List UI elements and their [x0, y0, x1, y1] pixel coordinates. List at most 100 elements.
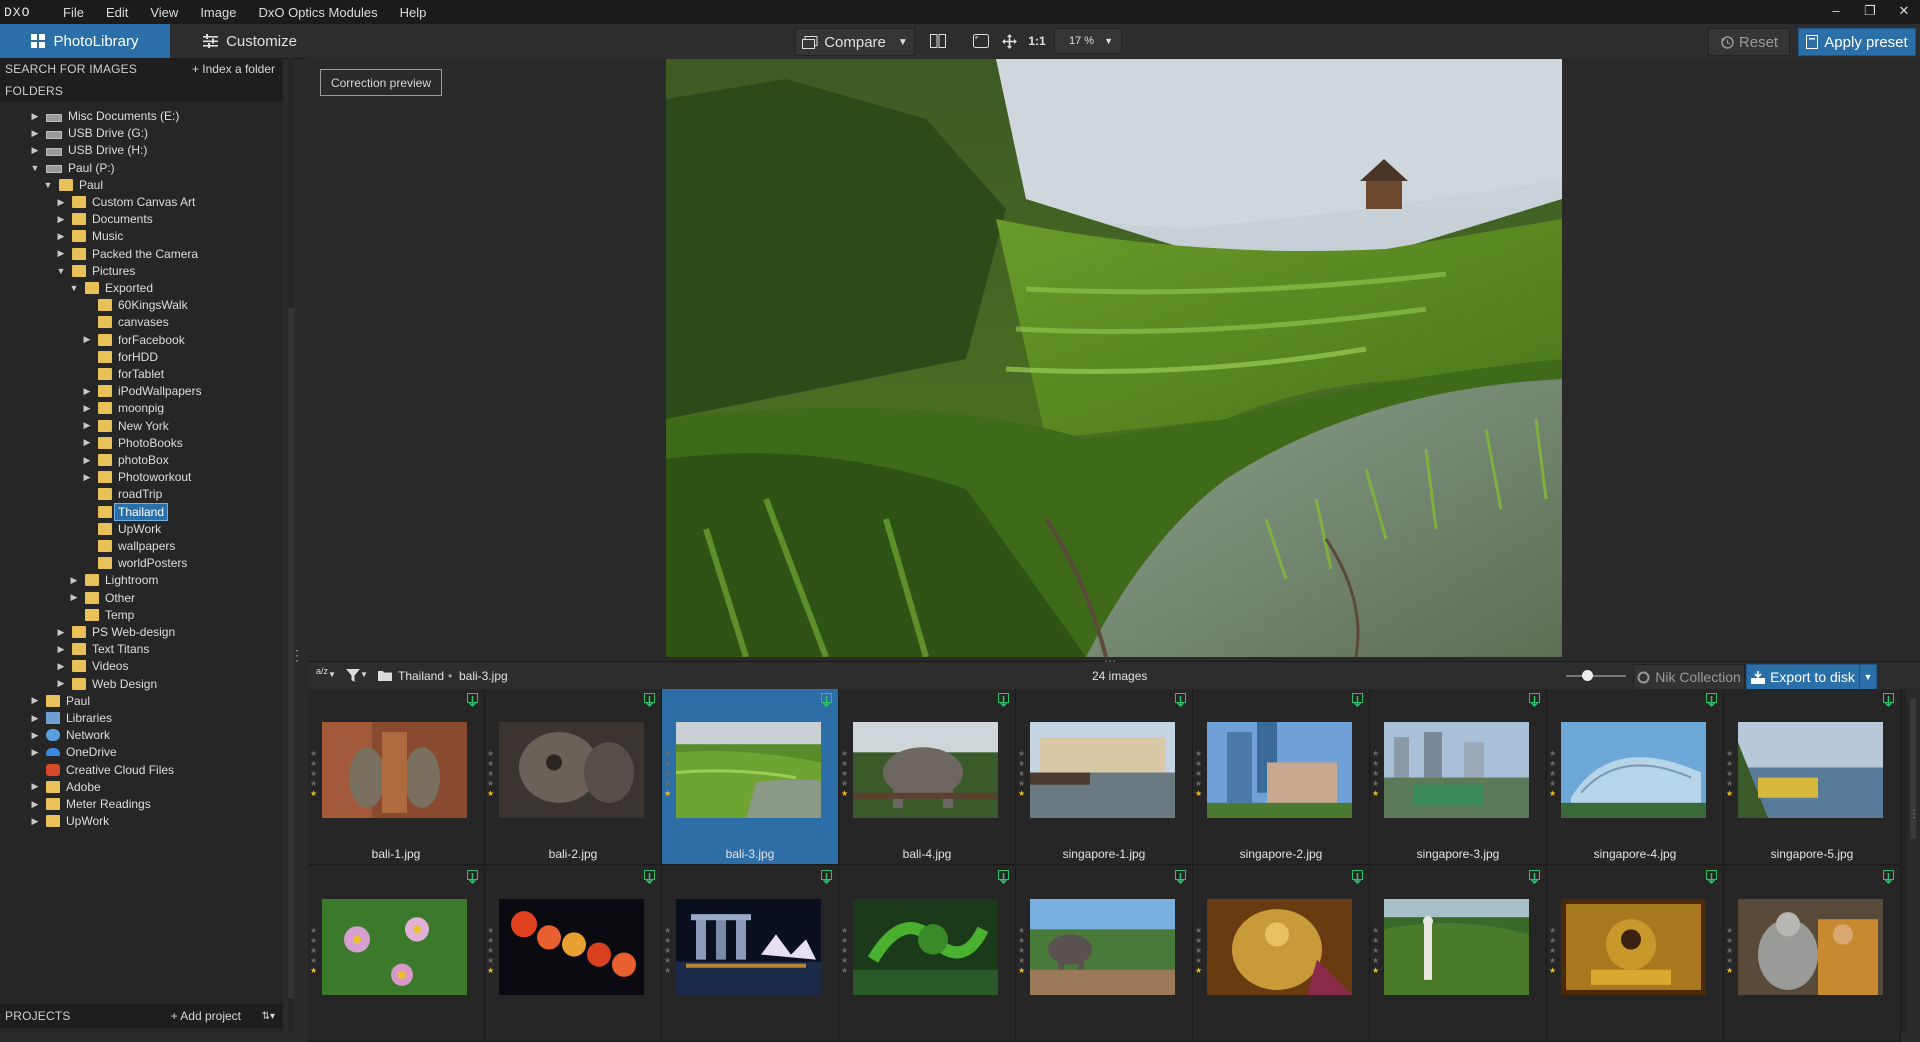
- restore-button[interactable]: ❐: [1856, 0, 1884, 24]
- star-icon[interactable]: ★: [841, 779, 849, 789]
- export-flag-icon[interactable]: [1883, 693, 1894, 709]
- expand-arrow-icon[interactable]: ▶: [30, 816, 40, 827]
- star-icon[interactable]: ★: [664, 946, 672, 956]
- star-icon[interactable]: ★: [1726, 956, 1734, 966]
- fit-screen-button[interactable]: [970, 28, 992, 54]
- star-icon[interactable]: ★: [841, 956, 849, 966]
- expand-arrow-icon[interactable]: ▶: [82, 334, 92, 345]
- rating-stars[interactable]: ★ ★ ★ ★ ★: [1726, 926, 1734, 976]
- export-flag-icon[interactable]: [1352, 693, 1363, 709]
- rating-stars[interactable]: ★ ★ ★ ★ ★: [664, 749, 672, 799]
- folders-header[interactable]: FOLDERS: [0, 80, 283, 102]
- star-icon[interactable]: ★: [1726, 759, 1734, 769]
- search-for-images-label[interactable]: SEARCH FOR IMAGES: [0, 62, 137, 76]
- export-flag-icon[interactable]: [998, 693, 1009, 709]
- expand-arrow-icon[interactable]: ▶: [30, 713, 40, 724]
- star-icon[interactable]: ★: [310, 769, 318, 779]
- rating-stars[interactable]: ★ ★ ★ ★ ★: [1372, 749, 1380, 799]
- expand-arrow-icon[interactable]: ▶: [56, 231, 66, 242]
- star-icon[interactable]: ★: [841, 926, 849, 936]
- sort-icon[interactable]: a/z: [316, 667, 328, 676]
- expand-arrow-icon[interactable]: ▶: [30, 730, 40, 741]
- star-icon[interactable]: ★: [1195, 956, 1203, 966]
- expand-arrow-icon[interactable]: ▶: [56, 248, 66, 259]
- star-icon[interactable]: ★: [1195, 946, 1203, 956]
- star-icon[interactable]: ★: [1726, 936, 1734, 946]
- rating-stars[interactable]: ★ ★ ★ ★ ★: [1549, 749, 1557, 799]
- export-flag-icon[interactable]: [1883, 870, 1894, 886]
- star-icon[interactable]: ★: [1195, 779, 1203, 789]
- star-icon[interactable]: ★: [1372, 789, 1380, 799]
- collapse-arrow-icon[interactable]: ▼: [43, 180, 53, 190]
- star-icon[interactable]: ★: [1372, 759, 1380, 769]
- star-icon[interactable]: ★: [1195, 789, 1203, 799]
- export-flag-icon[interactable]: [467, 693, 478, 709]
- export-flag-icon[interactable]: [1706, 693, 1717, 709]
- thumbnail-size-handle[interactable]: [1582, 670, 1593, 681]
- filmstrip-resize-grip[interactable]: ⋯: [1104, 654, 1116, 668]
- expand-arrow-icon[interactable]: ▶: [82, 437, 92, 448]
- star-icon[interactable]: ★: [841, 946, 849, 956]
- expand-arrow-icon[interactable]: ▶: [30, 111, 40, 122]
- collapse-arrow-icon[interactable]: ▼: [56, 266, 66, 276]
- star-icon[interactable]: ★: [1195, 759, 1203, 769]
- thumbnail[interactable]: ★ ★ ★ ★ ★ singapore-5.jpg: [1724, 689, 1901, 865]
- star-icon[interactable]: ★: [1549, 966, 1557, 976]
- star-icon[interactable]: ★: [664, 779, 672, 789]
- correction-preview-button[interactable]: Correction preview: [320, 69, 442, 96]
- filmstrip-scrollbar[interactable]: ⋮: [1906, 689, 1920, 1032]
- filter-dropdown-icon[interactable]: ▼: [360, 670, 368, 679]
- menu-image[interactable]: Image: [189, 5, 247, 20]
- expand-arrow-icon[interactable]: ▶: [30, 799, 40, 810]
- star-icon[interactable]: ★: [664, 759, 672, 769]
- thumbnail[interactable]: ★ ★ ★ ★ ★: [839, 866, 1016, 1042]
- export-options-dropdown[interactable]: ▼: [1859, 664, 1877, 690]
- collapse-arrow-icon[interactable]: ▼: [69, 283, 79, 293]
- rating-stars[interactable]: ★ ★ ★ ★ ★: [841, 926, 849, 976]
- thumbnail[interactable]: ★ ★ ★ ★ ★ singapore-1.jpg: [1016, 689, 1193, 865]
- rating-stars[interactable]: ★ ★ ★ ★ ★: [841, 749, 849, 799]
- export-flag-icon[interactable]: [1352, 870, 1363, 886]
- star-icon[interactable]: ★: [1372, 946, 1380, 956]
- star-icon[interactable]: ★: [310, 789, 318, 799]
- breadcrumb-folder[interactable]: Thailand: [398, 669, 444, 683]
- star-icon[interactable]: ★: [664, 956, 672, 966]
- project-sort-icon[interactable]: ⇅▾: [262, 1011, 275, 1022]
- star-icon[interactable]: ★: [1018, 789, 1026, 799]
- star-icon[interactable]: ★: [1726, 789, 1734, 799]
- star-icon[interactable]: ★: [1549, 926, 1557, 936]
- minimize-button[interactable]: –: [1822, 0, 1850, 24]
- thumbnail[interactable]: ★ ★ ★ ★ ★ bali-2.jpg: [485, 689, 662, 865]
- star-icon[interactable]: ★: [1195, 936, 1203, 946]
- export-flag-icon[interactable]: [821, 693, 832, 709]
- star-icon[interactable]: ★: [310, 956, 318, 966]
- star-icon[interactable]: ★: [1195, 769, 1203, 779]
- thumbnail[interactable]: ★ ★ ★ ★ ★: [662, 866, 839, 1042]
- expand-arrow-icon[interactable]: ▶: [56, 678, 66, 689]
- expand-arrow-icon[interactable]: ▶: [69, 575, 79, 586]
- filter-icon[interactable]: [346, 669, 360, 683]
- menu-edit[interactable]: Edit: [95, 5, 139, 20]
- star-icon[interactable]: ★: [1372, 966, 1380, 976]
- thumbnail[interactable]: ★ ★ ★ ★ ★ singapore-2.jpg: [1193, 689, 1370, 865]
- thumbnail[interactable]: ★ ★ ★ ★ ★ singapore-3.jpg: [1370, 689, 1547, 865]
- expand-arrow-icon[interactable]: ▶: [30, 145, 40, 156]
- star-icon[interactable]: ★: [310, 946, 318, 956]
- expand-arrow-icon[interactable]: ▶: [82, 420, 92, 431]
- star-icon[interactable]: ★: [1018, 779, 1026, 789]
- thumbnail[interactable]: ★ ★ ★ ★ ★: [1370, 866, 1547, 1042]
- star-icon[interactable]: ★: [1726, 769, 1734, 779]
- star-icon[interactable]: ★: [1018, 749, 1026, 759]
- thumbnail[interactable]: ★ ★ ★ ★ ★ bali-4.jpg: [839, 689, 1016, 865]
- add-project-button[interactable]: + Add project: [171, 1009, 241, 1023]
- expand-arrow-icon[interactable]: ▶: [56, 214, 66, 225]
- export-to-disk-button[interactable]: Export to disk: [1746, 664, 1860, 690]
- folder-tree-scrollbar[interactable]: [288, 58, 294, 1032]
- export-flag-icon[interactable]: [644, 870, 655, 886]
- star-icon[interactable]: ★: [487, 769, 495, 779]
- star-icon[interactable]: ★: [310, 936, 318, 946]
- star-icon[interactable]: ★: [1372, 926, 1380, 936]
- rating-stars[interactable]: ★ ★ ★ ★ ★: [664, 926, 672, 976]
- rating-stars[interactable]: ★ ★ ★ ★ ★: [487, 926, 495, 976]
- star-icon[interactable]: ★: [310, 749, 318, 759]
